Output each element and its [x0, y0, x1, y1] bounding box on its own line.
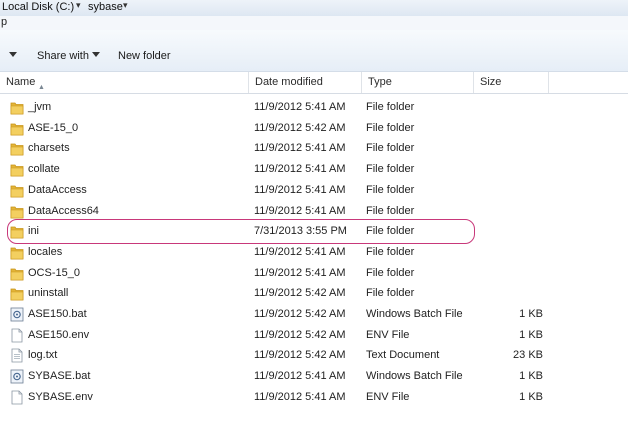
file-name: DataAccess: [28, 183, 87, 196]
file-row[interactable]: DataAccess 11/9/2012 5:41 AM File folder: [0, 181, 628, 201]
address-bar[interactable]: Local Disk (C:) ▾ sybase ▾: [0, 0, 628, 16]
folder-icon: [10, 266, 24, 281]
file-name: ASE150.env: [28, 328, 90, 341]
breadcrumb-folder[interactable]: sybase: [88, 1, 123, 13]
share-with-button[interactable]: Share with: [37, 50, 89, 62]
file-type: ENV File: [366, 390, 410, 403]
breadcrumb-drive[interactable]: Local Disk (C:): [2, 1, 74, 13]
menu-bar: p: [0, 16, 628, 30]
breadcrumb-arrow-icon[interactable]: ▾: [76, 0, 81, 11]
file-type: File folder: [366, 204, 415, 217]
file-type: File folder: [366, 183, 415, 196]
file-date: 11/9/2012 5:41 AM: [254, 101, 346, 113]
sort-ascending-icon: ▲: [38, 84, 45, 91]
file-type: Windows Batch File: [366, 370, 463, 383]
column-divider[interactable]: [548, 72, 549, 93]
file-date: 11/9/2012 5:41 AM: [254, 370, 346, 383]
file-row[interactable]: OCS-15_0 11/9/2012 5:41 AM File folder: [0, 264, 628, 284]
column-header-type[interactable]: Type: [362, 72, 473, 93]
file-type: File folder: [366, 287, 415, 300]
file-row[interactable]: ASE150.bat 11/9/2012 5:42 AM Windows Batch…: [0, 305, 628, 325]
file-date: 11/9/2012 5:42 AM: [254, 308, 346, 320]
file-date: 11/9/2012 5:42 AM: [254, 287, 346, 300]
file-date: 11/9/2012 5:41 AM: [254, 266, 346, 279]
folder-icon: [10, 121, 24, 136]
new-folder-button[interactable]: New folder: [118, 50, 171, 62]
file-name: _jvm: [28, 101, 52, 113]
file-icon: [10, 390, 24, 405]
file-row[interactable]: charsets 11/9/2012 5:41 AM File folder: [0, 139, 628, 159]
file-type: File folder: [366, 245, 415, 258]
file-row[interactable]: ASE-15_0 11/9/2012 5:42 AM File folder: [0, 119, 628, 139]
file-type: File folder: [366, 101, 415, 113]
batch-file-icon: [10, 369, 24, 384]
file-row[interactable]: log.txt 11/9/2012 5:42 AM Text Document 23 …: [0, 346, 628, 366]
toolbar: Share with New folder: [0, 30, 628, 72]
file-name: OCS-15_0: [28, 266, 80, 279]
file-date: 11/9/2012 5:41 AM: [254, 163, 346, 176]
file-date: 11/9/2012 5:42 AM: [254, 328, 346, 341]
file-name: collate: [28, 163, 60, 176]
file-type: Windows Batch File: [366, 308, 463, 320]
file-size: 23 KB: [513, 349, 543, 362]
column-header-name[interactable]: Name ▲: [0, 72, 248, 93]
file-size: 1 KB: [519, 308, 543, 320]
batch-file-icon: [10, 307, 24, 322]
highlight-annotation: [7, 219, 475, 244]
file-type: Text Document: [366, 349, 440, 362]
file-name: ASE150.bat: [28, 308, 87, 320]
column-header-date[interactable]: Date modified: [249, 72, 361, 93]
file-row[interactable]: uninstall 11/9/2012 5:42 AM File folder: [0, 284, 628, 304]
file-name: locales: [28, 245, 63, 258]
folder-icon: [10, 162, 24, 177]
folder-icon: [10, 286, 24, 301]
file-size: 1 KB: [519, 328, 543, 341]
folder-icon: [10, 204, 24, 219]
file-row[interactable]: collate 11/9/2012 5:41 AM File folder: [0, 160, 628, 180]
file-size: 1 KB: [519, 370, 543, 383]
file-date: 11/9/2012 5:42 AM: [254, 349, 346, 362]
file-name: DataAccess64: [28, 204, 99, 217]
file-name: log.txt: [28, 349, 58, 362]
file-date: 11/9/2012 5:41 AM: [254, 204, 346, 217]
file-date: 11/9/2012 5:41 AM: [254, 183, 346, 196]
file-name: SYBASE.bat: [28, 370, 91, 383]
file-size: 1 KB: [519, 390, 543, 403]
folder-icon: [10, 100, 24, 115]
column-header-row: Name ▲ Date modified Type Size: [0, 72, 628, 94]
column-header-size[interactable]: Size: [474, 72, 548, 93]
column-header-name-label: Name: [6, 76, 36, 88]
file-row[interactable]: ASE150.env 11/9/2012 5:42 AM ENV File 1 KB: [0, 326, 628, 346]
file-name: uninstall: [28, 287, 69, 300]
folder-icon: [10, 141, 24, 156]
file-row[interactable]: SYBASE.env 11/9/2012 5:41 AM ENV File 1 KB: [0, 388, 628, 408]
file-date: 11/9/2012 5:41 AM: [254, 245, 346, 258]
file-type: ENV File: [366, 328, 410, 341]
menu-item-fragment[interactable]: p: [1, 16, 7, 28]
breadcrumb-arrow-icon[interactable]: ▾: [123, 0, 128, 11]
file-icon: [10, 328, 24, 343]
file-type: File folder: [366, 163, 415, 176]
file-name: ASE-15_0: [28, 121, 79, 134]
share-with-dropdown-icon[interactable]: [92, 52, 100, 57]
file-date: 11/9/2012 5:41 AM: [254, 390, 346, 403]
folder-icon: [10, 245, 24, 260]
folder-icon: [10, 183, 24, 198]
file-name: SYBASE.env: [28, 390, 93, 403]
file-name: charsets: [28, 142, 70, 155]
file-row[interactable]: _jvm 11/9/2012 5:41 AM File folder: [0, 98, 628, 118]
file-type: File folder: [366, 121, 415, 134]
file-row[interactable]: SYBASE.bat 11/9/2012 5:41 AM Windows Batch…: [0, 367, 628, 387]
file-row[interactable]: locales 11/9/2012 5:41 AM File folder: [0, 243, 628, 263]
file-date: 11/9/2012 5:42 AM: [254, 121, 346, 134]
organize-dropdown-icon[interactable]: [9, 52, 17, 57]
file-date: 11/9/2012 5:41 AM: [254, 142, 346, 155]
text-file-icon: [10, 348, 24, 363]
file-type: File folder: [366, 142, 415, 155]
file-type: File folder: [366, 266, 415, 279]
